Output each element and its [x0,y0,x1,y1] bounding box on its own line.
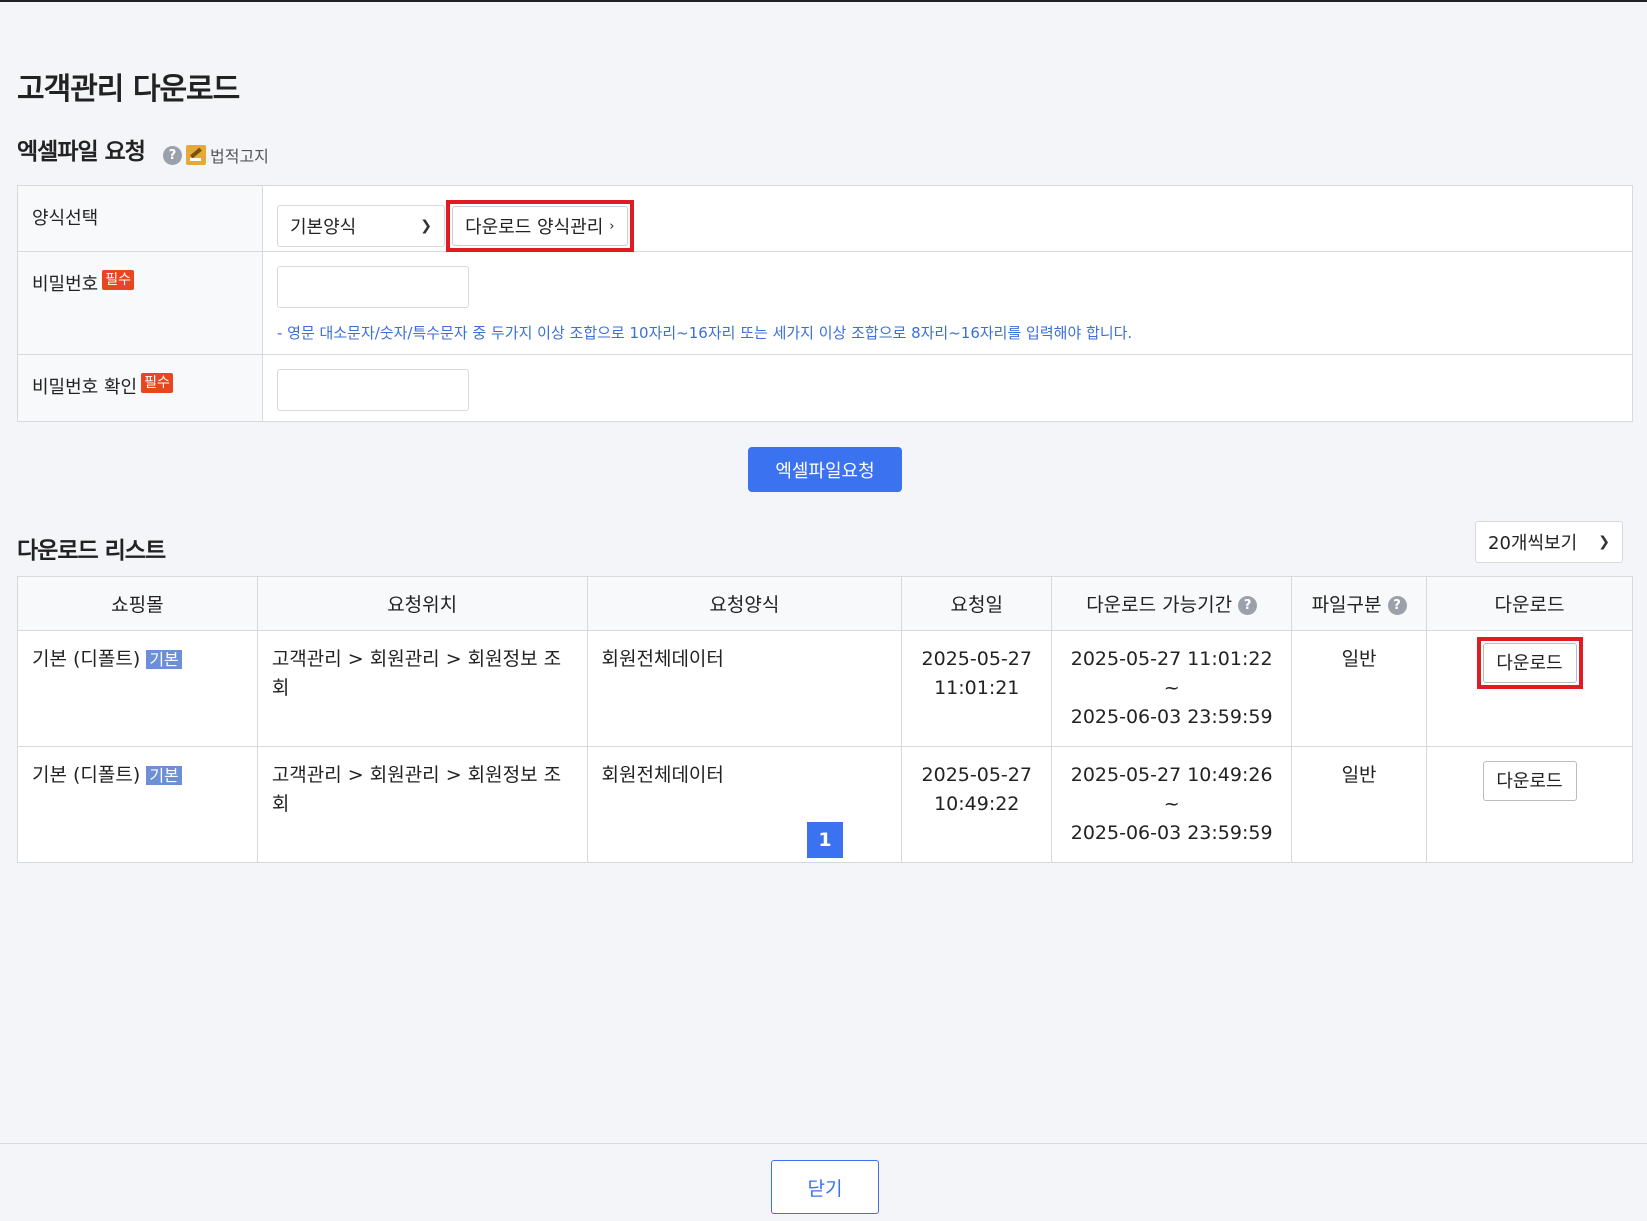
column-header: 요청위치 [256,576,588,631]
chevron-right-icon: › [609,218,615,234]
template-label: 양식선택 [18,186,263,251]
help-icon[interactable]: ? [163,145,182,165]
excel-request-button[interactable]: 엑셀파일요청 [748,447,902,492]
location-cell: 고객관리 > 회원관리 > 회원정보 조회 [256,746,588,863]
download-highlight: 다운로드 [1476,637,1583,689]
password-hint: - 영문 대소문자/숫자/특수문자 중 두가지 이상 조합으로 10자리~16자… [277,324,1133,342]
top-border [0,0,1647,2]
column-header: 요청양식 [586,576,903,631]
filetype-cell: 일반 [1291,746,1427,863]
download-list-table: 쇼핑몰 요청위치 요청양식 요청일 다운로드 가능기간 ? 파일구분 ? 다운로… [17,576,1633,863]
password-confirm-label: 비밀번호 확인 필수 [18,355,263,421]
password-label: 비밀번호 필수 [18,252,263,354]
template-cell: 회원전체데이터 [586,630,903,747]
per-page-select[interactable]: 20개씩보기 ❯ [1475,521,1623,563]
download-button[interactable]: 다운로드 [1482,761,1577,801]
help-icon[interactable]: ? [1387,596,1407,615]
manage-highlight: 다운로드 양식관리 › [446,200,634,252]
period-cell: 2025-05-27 11:01:22 ~2025-06-03 23:59:59 [1051,630,1293,747]
download-list-title: 다운로드 리스트 [17,538,166,564]
basic-badge: 기본 [146,650,182,669]
password-confirm-row: 비밀번호 확인 필수 [18,355,1632,421]
download-cell: 다운로드 [1426,630,1633,747]
table-row: 기본 (디폴트) 기본 고객관리 > 회원관리 > 회원정보 조회 회원전체데이… [17,630,1633,747]
column-header: 쇼핑몰 [17,576,258,631]
required-badge: 필수 [102,270,135,290]
column-header: 요청일 [901,576,1053,631]
download-cell: 다운로드 [1426,746,1633,863]
location-cell: 고객관리 > 회원관리 > 회원정보 조회 [256,630,588,747]
request-form: 양식선택 기본양식 ❯ 다운로드 양식관리 › 비밀번호 필수 - 영문 대소문… [17,185,1633,422]
column-header-period: 다운로드 가능기간 ? [1051,576,1293,631]
footer: 닫기 [0,1143,1647,1221]
legal-notice-link[interactable]: 법적고지 [210,143,269,167]
table-header: 쇼핑몰 요청위치 요청양식 요청일 다운로드 가능기간 ? 파일구분 ? 다운로… [17,576,1633,631]
password-input[interactable] [277,266,469,308]
mall-cell: 기본 (디폴트) 기본 [17,746,258,863]
template-select[interactable]: 기본양식 ❯ [277,205,445,247]
basic-badge: 기본 [146,766,182,785]
page-title: 고객관리 다운로드 [17,72,240,107]
date-cell: 2025-05-27 11:01:21 [901,630,1053,747]
request-section-title: 엑셀파일 요청 [17,139,146,165]
column-header-filetype: 파일구분 ? [1291,576,1427,631]
gavel-icon [186,145,206,165]
chevron-down-icon: ❯ [1598,534,1610,550]
date-cell: 2025-05-27 10:49:22 [901,746,1053,863]
legal-notice[interactable]: ? 법적고지 [163,143,269,167]
chevron-down-icon: ❯ [420,218,432,234]
template-cell: 회원전체데이터 [586,746,903,863]
filetype-cell: 일반 [1291,630,1427,747]
template-manage-button[interactable]: 다운로드 양식관리 › [452,206,628,246]
password-row: 비밀번호 필수 - 영문 대소문자/숫자/특수문자 중 두가지 이상 조합으로 … [18,252,1632,355]
required-badge: 필수 [141,373,173,393]
download-button[interactable]: 다운로드 [1482,643,1577,683]
password-confirm-input[interactable] [277,369,469,411]
column-header: 다운로드 [1426,576,1633,631]
close-button[interactable]: 닫기 [771,1160,879,1214]
help-icon[interactable]: ? [1238,596,1258,615]
template-row: 양식선택 기본양식 ❯ 다운로드 양식관리 › [18,186,1632,252]
mall-cell: 기본 (디폴트) 기본 [17,630,258,747]
page-number-current[interactable]: 1 [807,822,843,858]
period-cell: 2025-05-27 10:49:26 ~2025-06-03 23:59:59 [1051,746,1293,863]
